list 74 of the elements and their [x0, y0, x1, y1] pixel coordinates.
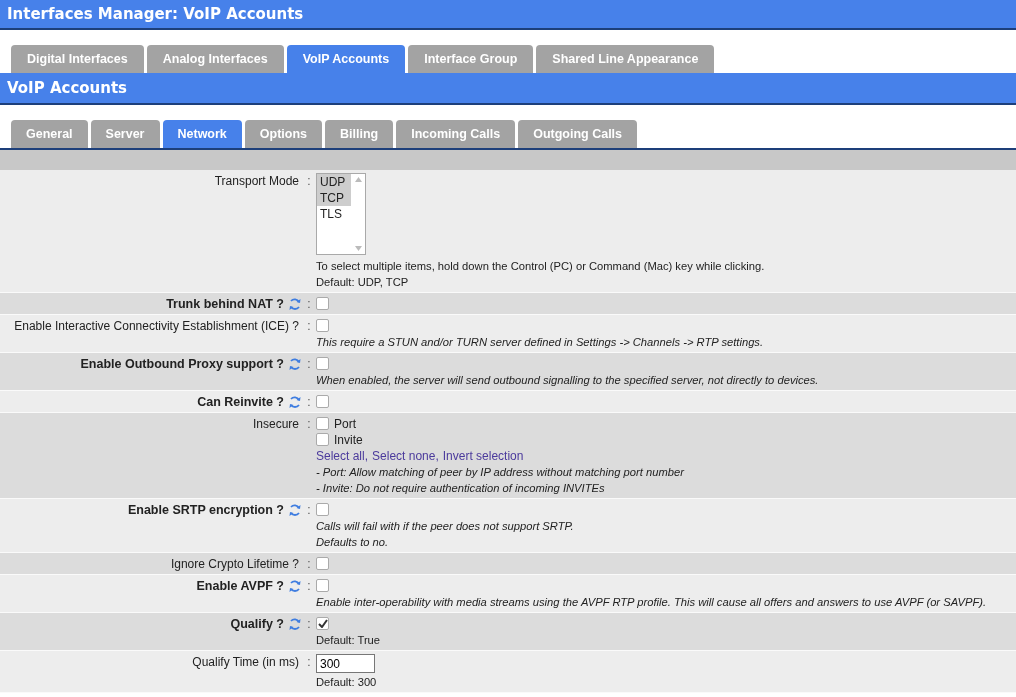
field-label: Ignore Crypto Lifetime ? — [170, 556, 300, 572]
help-text: When enabled, the server will send outbound signalling to the specified server, not directly to devices. — [316, 373, 819, 388]
list-option[interactable]: UDP — [317, 174, 351, 190]
tab[interactable]: VoIP Accounts — [286, 45, 406, 73]
page-title: Interfaces Manager: VoIP Accounts — [7, 5, 304, 23]
separator: : — [306, 502, 312, 519]
tab[interactable]: Shared Line Appearance — [536, 45, 715, 73]
checkbox[interactable] — [316, 395, 329, 408]
hint-text: Default: UDP, TCP — [316, 275, 409, 290]
help-text: Calls will fail with if the peer does not support SRTP. — [316, 519, 574, 534]
selection-link[interactable]: Select none, — [372, 448, 439, 464]
separator: : — [306, 318, 312, 335]
refresh-icon[interactable] — [288, 617, 302, 632]
field-label: Insecure — [252, 416, 300, 432]
separator: : — [306, 356, 312, 373]
refresh-icon[interactable] — [288, 579, 302, 594]
checkbox[interactable] — [316, 433, 329, 446]
checkbox[interactable] — [316, 579, 329, 592]
checkbox[interactable] — [316, 557, 329, 570]
help-text: - Invite: Do not require authentication of incoming INVITEs — [316, 481, 605, 496]
selection-link[interactable]: Select all, — [316, 448, 369, 464]
separator: : — [306, 578, 312, 595]
tab[interactable]: General — [11, 120, 88, 148]
field-label: Qualify Time (in ms) — [192, 654, 300, 670]
tab[interactable]: Network — [162, 120, 242, 148]
separator: : — [306, 173, 312, 190]
checkbox[interactable] — [316, 357, 329, 370]
separator: : — [306, 556, 312, 572]
section-title: VoIP Accounts — [7, 79, 128, 97]
refresh-icon[interactable] — [288, 357, 302, 372]
help-text: Enable inter-operability with media streams using the AVPF RTP profile. This will cause all offers and answers to use AVPF (or SAVPF). — [316, 595, 987, 610]
transport-listbox[interactable]: UDP TCP TLS — [316, 173, 366, 255]
checkbox[interactable] — [316, 617, 329, 630]
separator: : — [306, 296, 312, 312]
refresh-icon[interactable] — [288, 395, 302, 410]
field-label: Enable AVPF ? — [196, 578, 284, 594]
hint-text: Default: 300 — [316, 675, 377, 690]
hint-text: To select multiple items, hold down the Control (PC) or Command (Mac) key while clicking. — [316, 259, 765, 274]
list-option[interactable]: TCP — [317, 190, 351, 206]
field-label: Enable Outbound Proxy support ? — [80, 356, 284, 372]
checkbox[interactable] — [316, 503, 329, 516]
scroll-down-icon[interactable] — [354, 246, 362, 251]
tab[interactable]: Analog Interfaces — [146, 45, 284, 73]
separator: : — [306, 394, 312, 410]
checkbox-label: Port — [334, 416, 356, 432]
tab[interactable]: Options — [244, 120, 323, 148]
tab[interactable]: Outgoing Calls — [518, 120, 638, 148]
field-label: Enable Interactive Connectivity Establishment (ICE) ? — [14, 318, 300, 334]
field-label: Enable SRTP encryption ? — [127, 502, 284, 518]
field-label: Qualify ? — [230, 616, 284, 632]
scroll-up-icon[interactable] — [354, 177, 362, 182]
separator: : — [306, 416, 312, 433]
checkbox[interactable] — [316, 417, 329, 430]
separator: : — [306, 616, 312, 633]
field-label: Can Reinvite ? — [197, 394, 284, 410]
checkbox-label: Invite — [334, 432, 363, 448]
hint-text: Default: True — [316, 633, 381, 648]
tab[interactable]: Interface Group — [408, 45, 534, 73]
refresh-icon[interactable] — [288, 503, 302, 518]
separator: : — [306, 654, 312, 671]
checkbox[interactable] — [316, 319, 329, 332]
help-text: This require a STUN and/or TURN server defined in Settings -> Channels -> RTP settings. — [316, 335, 764, 350]
field-label: Transport Mode — [214, 173, 300, 189]
tab[interactable]: Billing — [325, 120, 394, 148]
help-text: Defaults to no. — [316, 535, 389, 550]
input-field[interactable]: 300 — [316, 654, 375, 673]
selection-link[interactable]: Invert selection — [442, 448, 524, 464]
tab[interactable]: Incoming Calls — [396, 120, 516, 148]
refresh-icon[interactable] — [288, 297, 302, 312]
checkbox[interactable] — [316, 297, 329, 310]
field-label: Trunk behind NAT ? — [166, 296, 284, 312]
help-text: - Port: Allow matching of peer by IP address without matching port number — [316, 465, 684, 480]
tab[interactable]: Digital Interfaces — [11, 45, 144, 73]
tab[interactable]: Server — [90, 120, 160, 148]
